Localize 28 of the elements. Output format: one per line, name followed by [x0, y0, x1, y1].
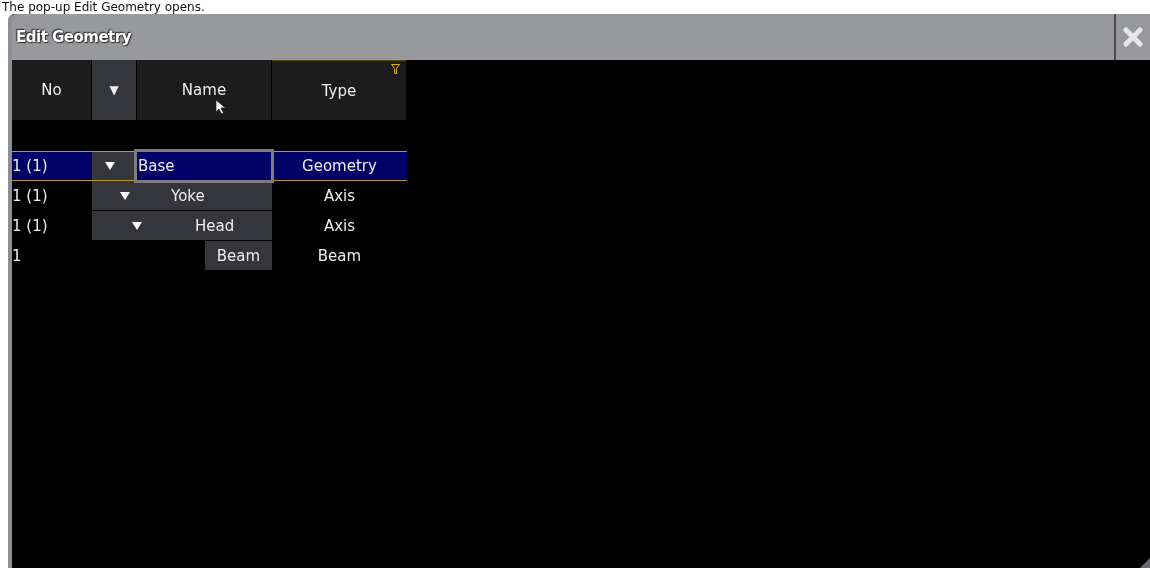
table-cell-text: Axis — [322, 215, 357, 237]
column-header[interactable]: Name — [137, 60, 272, 120]
name-field[interactable]: Base — [134, 149, 274, 183]
table-cell-text: 1 (1) — [12, 215, 49, 237]
tree-node[interactable]: Beam — [205, 241, 272, 270]
table-row[interactable]: 1 (1) Yoke Axis — [12, 181, 407, 211]
column-header[interactable]: Type — [272, 60, 407, 120]
expand-arrow-icon[interactable] — [104, 161, 116, 171]
table-row[interactable]: 1 (1) Base Geometry — [12, 151, 407, 181]
expand-arrow-icon[interactable] — [131, 220, 143, 231]
expand-arrow-icon[interactable] — [119, 190, 131, 201]
tree-node[interactable]: Head — [92, 211, 272, 240]
table-cell-text: 1 (1) — [12, 185, 49, 207]
caption-text: The pop-up Edit Geometry opens. — [1, 0, 206, 14]
window-title: Edit Geometry — [15, 28, 131, 46]
close-icon — [1122, 26, 1144, 48]
column-header[interactable]: ▼ — [92, 60, 137, 120]
table-cell-text: Geometry — [301, 156, 378, 177]
table-cell-text: 1 (1) — [12, 156, 49, 177]
column-header[interactable]: No — [12, 60, 92, 120]
mouse-pointer-icon — [215, 99, 227, 115]
table-cell-text: Axis — [322, 185, 357, 207]
table-cell-text: 1 — [12, 245, 23, 267]
table-row[interactable]: 1 (1) Head Axis — [12, 211, 407, 241]
resize-grip-icon[interactable] — [1140, 558, 1150, 568]
tree-node[interactable]: Yoke — [92, 181, 272, 210]
table-row[interactable]: 1 Beam Beam — [12, 241, 407, 271]
table-cell-text: Beam — [316, 245, 363, 267]
